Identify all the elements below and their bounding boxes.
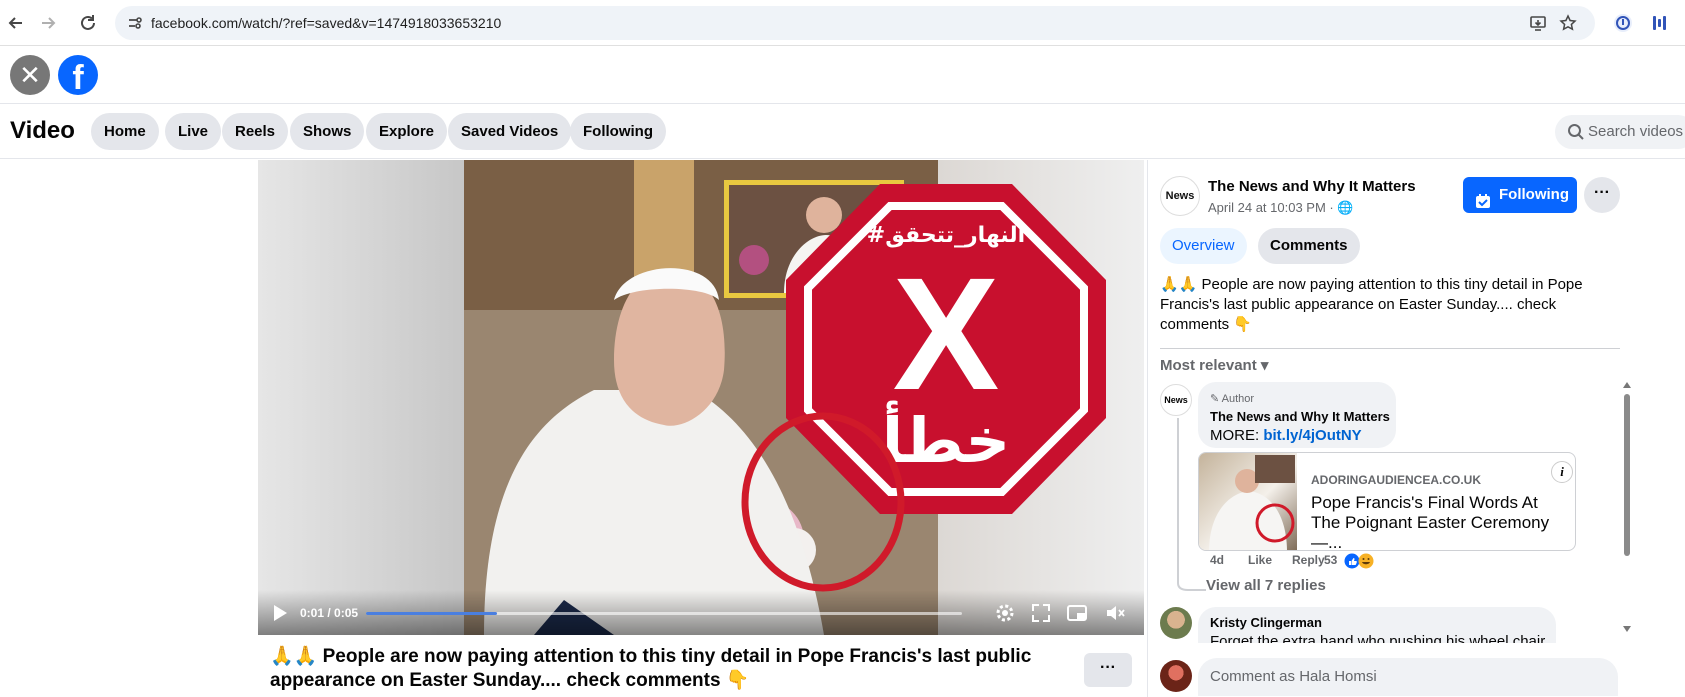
author-comment-bubble: ✎ Author The News and Why It Matters MOR… (1198, 382, 1396, 448)
settings-gear-icon[interactable] (994, 602, 1016, 624)
install-app-icon[interactable] (1529, 14, 1547, 32)
star-icon[interactable] (1559, 14, 1577, 32)
volume-muted-icon[interactable] (1104, 602, 1126, 624)
commenter-avatar[interactable] (1160, 607, 1192, 639)
site-info-icon[interactable] (127, 15, 143, 31)
comment-text: MORE: bit.ly/4jOutNY (1210, 427, 1362, 444)
comment-prefix: MORE: (1210, 427, 1264, 444)
comment-link[interactable]: bit.ly/4jOutNY (1263, 427, 1361, 444)
author-avatar[interactable]: News (1160, 384, 1192, 416)
info-icon[interactable]: i (1551, 461, 1573, 483)
page-title: Video (10, 117, 75, 144)
search-placeholder: Search videos (1588, 123, 1684, 140)
video-progress-fill (366, 612, 498, 615)
page-more-button[interactable]: ··· (1584, 177, 1620, 213)
highlight-circle (741, 412, 905, 592)
video-details-panel: News The News and Why It Matters April 2… (1147, 160, 1685, 697)
video-controls: 0:01 / 0:05 (258, 590, 1144, 635)
search-videos-input[interactable]: Search videos (1555, 115, 1685, 149)
forward-arrow-icon[interactable] (37, 12, 59, 34)
reaction-count[interactable]: 53 (1324, 553, 1337, 567)
back-arrow-icon[interactable] (5, 12, 27, 34)
link-thumbnail (1199, 453, 1297, 550)
tab-shows[interactable]: Shows (290, 113, 365, 150)
play-icon[interactable] (272, 604, 288, 622)
comment-text: Forget the extra hand who pushing his wh… (1210, 633, 1546, 643)
following-check-icon (1475, 187, 1491, 208)
post-date[interactable]: April 24 at 10:03 PM · 🌐 (1208, 200, 1354, 216)
current-user-avatar[interactable] (1160, 660, 1192, 692)
reactions-icon[interactable] (1344, 553, 1378, 569)
link-domain: ADORINGAUDIENCEA.CO.UK (1311, 473, 1482, 487)
comment-input[interactable]: Comment as Hala Homsi (1198, 658, 1618, 696)
video-time: 0:01 / 0:05 (300, 606, 359, 620)
link-title[interactable]: Pope Francis's Final Words At The Poigna… (1311, 493, 1566, 550)
video-nav-bar: Video Home Live Reels Shows Explore Save… (0, 105, 1685, 159)
comments-scrollbar[interactable] (1623, 382, 1631, 632)
comment-input-placeholder: Comment as Hala Homsi (1210, 668, 1377, 685)
author-badge: ✎ Author (1210, 393, 1255, 405)
reply-action[interactable]: Reply (1292, 553, 1325, 567)
comment-author-name[interactable]: Kristy Clingerman (1210, 615, 1322, 630)
tab-saved-videos[interactable]: Saved Videos (448, 113, 572, 150)
page-name[interactable]: The News and Why It Matters (1208, 178, 1416, 195)
video-progress-bar[interactable] (366, 612, 962, 615)
post-description: 🙏🙏 People are now paying attention to th… (1160, 276, 1583, 333)
divider (1160, 348, 1620, 349)
sidebar-icon[interactable] (1648, 12, 1670, 34)
tab-reels[interactable]: Reels (222, 113, 289, 150)
address-bar[interactable]: facebook.com/watch/?ref=saved&v=14749180… (115, 6, 1595, 40)
comment-sort-dropdown[interactable]: Most relevant ▾ (1160, 356, 1268, 374)
tab-overview[interactable]: Overview (1160, 228, 1247, 264)
tab-explore[interactable]: Explore (366, 113, 448, 150)
tab-live[interactable]: Live (165, 113, 222, 150)
reply-thread-line (1177, 418, 1206, 591)
following-button[interactable]: Following (1463, 177, 1577, 213)
video-title: 🙏🙏 People are now paying attention to th… (270, 646, 1032, 691)
comment-bubble: Kristy Clingerman Forget the extra hand … (1198, 607, 1556, 643)
extension-icon[interactable] (1612, 12, 1634, 34)
view-all-replies[interactable]: View all 7 replies (1206, 577, 1326, 594)
facebook-header: ✕ f (0, 47, 1685, 104)
video-more-button[interactable]: ··· (1084, 653, 1132, 687)
url-text[interactable]: facebook.com/watch/?ref=saved&v=14749180… (151, 15, 501, 31)
reload-icon[interactable] (77, 12, 99, 34)
fullscreen-icon[interactable] (1030, 602, 1052, 624)
close-icon[interactable]: ✕ (10, 55, 50, 95)
tab-comments[interactable]: Comments (1258, 228, 1360, 264)
comment-author-name[interactable]: The News and Why It Matters (1210, 409, 1390, 424)
facebook-logo-icon[interactable]: f (58, 55, 98, 95)
video-blur-left (258, 160, 464, 635)
following-label: Following (1499, 186, 1569, 203)
video-player[interactable]: #النهار_تتحقق X خطأ 0:01 / 0:05 (258, 160, 1144, 635)
browser-toolbar: facebook.com/watch/?ref=saved&v=14749180… (0, 0, 1685, 46)
comment-age[interactable]: 4d (1210, 553, 1224, 567)
like-action[interactable]: Like (1248, 553, 1272, 567)
link-preview-card[interactable]: ADORINGAUDIENCEA.CO.UK Pope Francis's Fi… (1198, 452, 1576, 551)
tab-following[interactable]: Following (570, 113, 666, 150)
miniplayer-icon[interactable] (1066, 602, 1088, 624)
tab-home[interactable]: Home (91, 113, 159, 150)
overlay-x-mark: X (893, 244, 1000, 423)
page-avatar[interactable]: News (1160, 176, 1200, 216)
search-icon (1567, 123, 1585, 141)
